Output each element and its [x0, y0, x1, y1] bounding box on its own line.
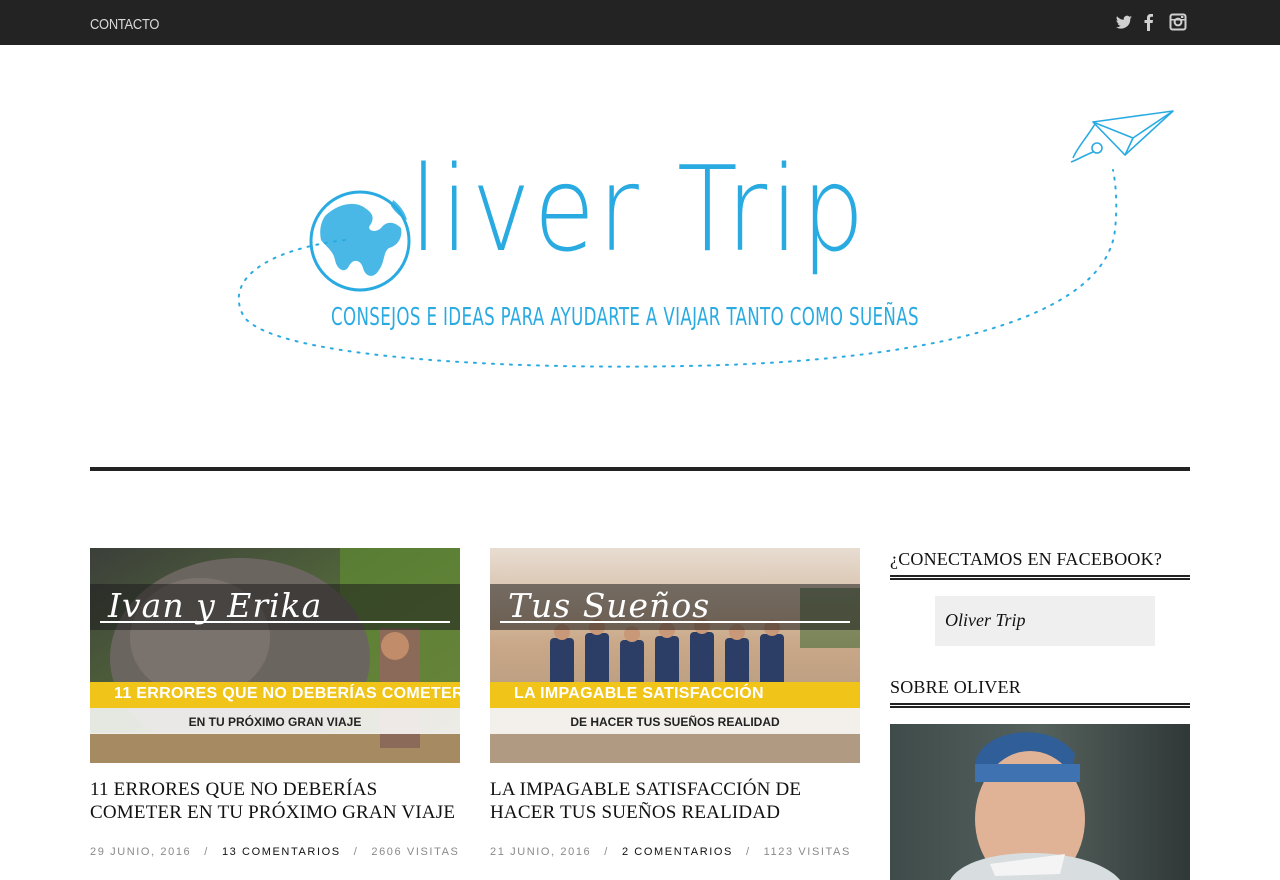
post-title[interactable]: 11 ERRORES QUE NO DEBERÍAS COMETER EN TU…: [90, 778, 460, 824]
facebook-icon[interactable]: [1142, 12, 1160, 32]
post-card: Ivan y Erika 11 ERRORES QUE NO DEBERÍAS …: [90, 548, 460, 858]
facebook-widget-title: ¿CONECTAMOS EN FACEBOOK?: [890, 549, 1163, 569]
image-handwritten-text: Ivan y Erika: [108, 586, 323, 625]
post-comments-link[interactable]: 13 COMENTARIOS: [222, 846, 341, 858]
logo-tagline: CONSEJOS E IDEAS PARA AYUDARTE A VIAJAR …: [331, 302, 919, 331]
image-white-text: EN TU PRÓXIMO GRAN VIAJE: [188, 715, 362, 729]
image-white-text: DE HACER TUS SUEÑOS REALIDAD: [570, 715, 780, 729]
about-photo: [890, 724, 1190, 880]
instagram-icon[interactable]: [1169, 12, 1187, 32]
about-widget-title: SOBRE OLIVER: [890, 677, 1021, 697]
post-date: 21 JUNIO, 2016: [490, 846, 592, 858]
widget-divider: [890, 703, 1190, 708]
header-divider: [90, 467, 1190, 471]
image-handwritten-text: Tus Sueños: [508, 586, 711, 625]
social-links: [1115, 12, 1187, 32]
top-bar: CONTACTO: [0, 0, 1280, 45]
post-meta: 29 JUNIO, 2016/13 COMENTARIOS/2606 VISIT…: [90, 846, 460, 858]
widget-divider: [890, 575, 1190, 580]
post-meta: 21 JUNIO, 2016/2 COMENTARIOS/1123 VISITA…: [490, 846, 851, 858]
post-thumbnail[interactable]: Ivan y Erika 11 ERRORES QUE NO DEBERÍAS …: [90, 548, 460, 763]
post-card: Tus Sueños LA IMPAGABLE SATISFACCIÓN DE …: [490, 548, 860, 858]
image-underline: [100, 621, 450, 623]
logo-title: liver Trip: [410, 140, 868, 278]
image-yellow-text: 11 ERRORES QUE NO DEBERÍAS COMETER: [114, 685, 460, 702]
post-title[interactable]: LA IMPAGABLE SATISFACCIÓN DE HACER TUS S…: [490, 778, 860, 824]
post-visits: 1123 VISITAS: [763, 846, 851, 858]
post-visits: 2606 VISITAS: [371, 846, 460, 858]
nav-link-contacto[interactable]: CONTACTO: [90, 16, 159, 33]
post-date: 29 JUNIO, 2016: [90, 846, 192, 858]
facebook-page-box[interactable]: Oliver Trip: [935, 596, 1155, 646]
image-underline: [500, 621, 850, 623]
post-comments-link[interactable]: 2 COMENTARIOS: [622, 846, 733, 858]
twitter-icon[interactable]: [1115, 12, 1133, 32]
image-yellow-text: LA IMPAGABLE SATISFACCIÓN: [514, 685, 764, 702]
post-thumbnail[interactable]: Tus Sueños LA IMPAGABLE SATISFACCIÓN DE …: [490, 548, 860, 763]
